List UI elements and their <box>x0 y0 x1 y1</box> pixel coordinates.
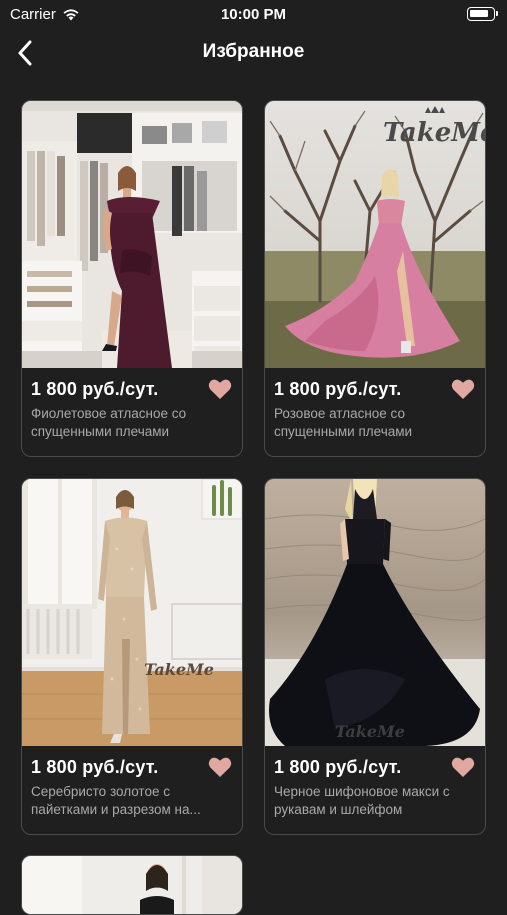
product-price: 1 800 руб./сут. <box>31 757 159 777</box>
heart-icon[interactable] <box>451 756 475 778</box>
brand-logo: TakeMe <box>335 722 405 741</box>
brand-logo: TakeMe <box>383 118 485 148</box>
product-price: 1 800 руб./сут. <box>274 379 402 399</box>
product-description: Розовое атласное со спущенными плечами <box>274 406 413 439</box>
product-card[interactable]: TakeMe 1 800 руб./сут. Розовое атласное … <box>264 100 486 457</box>
product-card[interactable]: TakeMe 1 800 руб./сут. Серебристо золото… <box>21 478 243 835</box>
product-description: Фиолетовое атласное со спущенными плечам… <box>31 406 187 439</box>
product-image[interactable]: TakeMe <box>22 479 242 746</box>
product-description: Черное шифоновое макси с рукавам и шлейф… <box>274 784 450 817</box>
product-price: 1 800 руб./сут. <box>274 757 402 777</box>
page-title: Избранное <box>202 41 305 62</box>
product-price: 1 800 руб./сут. <box>31 379 159 399</box>
product-image[interactable] <box>22 101 242 368</box>
product-description: Серебристо золотое с пайетками и разрезо… <box>31 784 201 817</box>
status-time: 10:00 PM <box>220 6 287 23</box>
heart-icon[interactable] <box>451 378 475 400</box>
brand-logo: TakeMe <box>144 660 214 679</box>
status-bar: Carrier 10:00 PM <box>0 0 507 30</box>
product-card[interactable]: 1 800 руб./сут. Фиолетовое атласное со с… <box>21 100 243 457</box>
product-card[interactable] <box>21 855 243 915</box>
heart-icon[interactable] <box>208 756 232 778</box>
battery-icon <box>467 7 498 21</box>
nav-bar: Избранное <box>0 30 507 74</box>
product-image[interactable]: TakeMe <box>265 479 485 746</box>
product-image[interactable] <box>22 856 242 914</box>
product-card[interactable]: TakeMe 1 800 руб./сут. Черное шифоновое … <box>264 478 486 835</box>
heart-icon[interactable] <box>208 378 232 400</box>
product-image[interactable]: TakeMe <box>265 101 485 368</box>
